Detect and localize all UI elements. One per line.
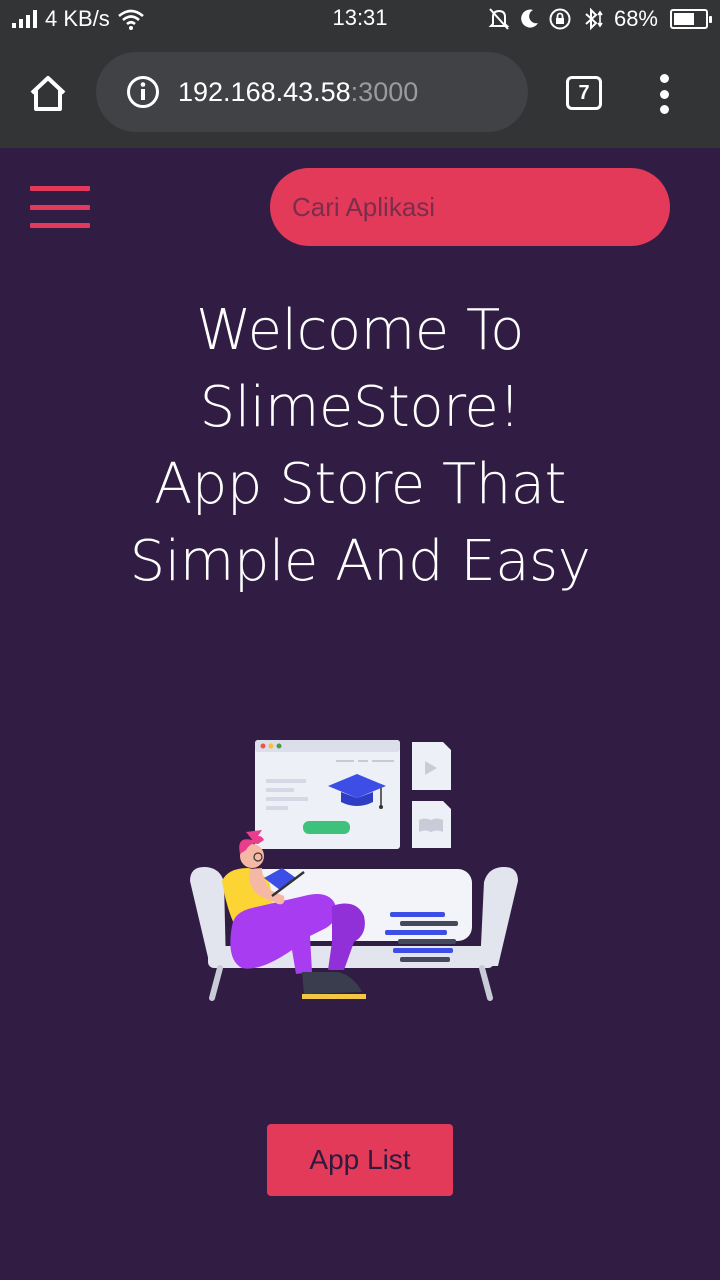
tabs-button[interactable]: 7: [566, 76, 602, 110]
battery-percent: 68%: [613, 6, 658, 31]
mute-icon: [488, 8, 510, 30]
status-bar: 4 KB/s 13:31 68%: [0, 0, 720, 38]
video-document-illustration: [412, 742, 451, 790]
address-bar[interactable]: 192.168.43.58:3000: [96, 52, 528, 132]
reading-person-illustration: [222, 830, 366, 999]
home-button[interactable]: [26, 72, 70, 116]
app-list-label: App List: [309, 1144, 411, 1175]
info-icon[interactable]: [126, 75, 160, 109]
hero-line: Simple And Easy: [129, 529, 591, 594]
bluetooth-icon: [585, 7, 603, 31]
hero-title: Welcome To SlimeStore! App Store That Si…: [0, 292, 720, 600]
search-input[interactable]: [270, 168, 670, 246]
status-right: 68%: [488, 5, 712, 33]
app-list-button[interactable]: App List: [267, 1124, 453, 1196]
url-port: :3000: [350, 76, 419, 107]
url-host: 192.168.43.58: [178, 76, 351, 107]
hero-line: App Store That: [154, 452, 567, 517]
book-document-illustration: [412, 801, 451, 848]
browser-window-illustration: [255, 740, 400, 849]
hero-line: SlimeStore!: [199, 375, 521, 440]
overflow-menu-icon[interactable]: [650, 74, 678, 114]
hero-line: Welcome To: [196, 298, 524, 363]
lock-rotation-icon: [549, 8, 571, 30]
battery-icon: [670, 9, 712, 29]
browser-toolbar: 192.168.43.58:3000 7: [0, 38, 720, 148]
hamburger-menu-icon[interactable]: [30, 186, 90, 228]
url-text: 192.168.43.58:3000: [178, 77, 418, 108]
moon-icon: [521, 9, 538, 28]
hero-illustration: [190, 740, 518, 1001]
tab-count: 7: [578, 81, 590, 104]
home-icon: [30, 76, 66, 111]
